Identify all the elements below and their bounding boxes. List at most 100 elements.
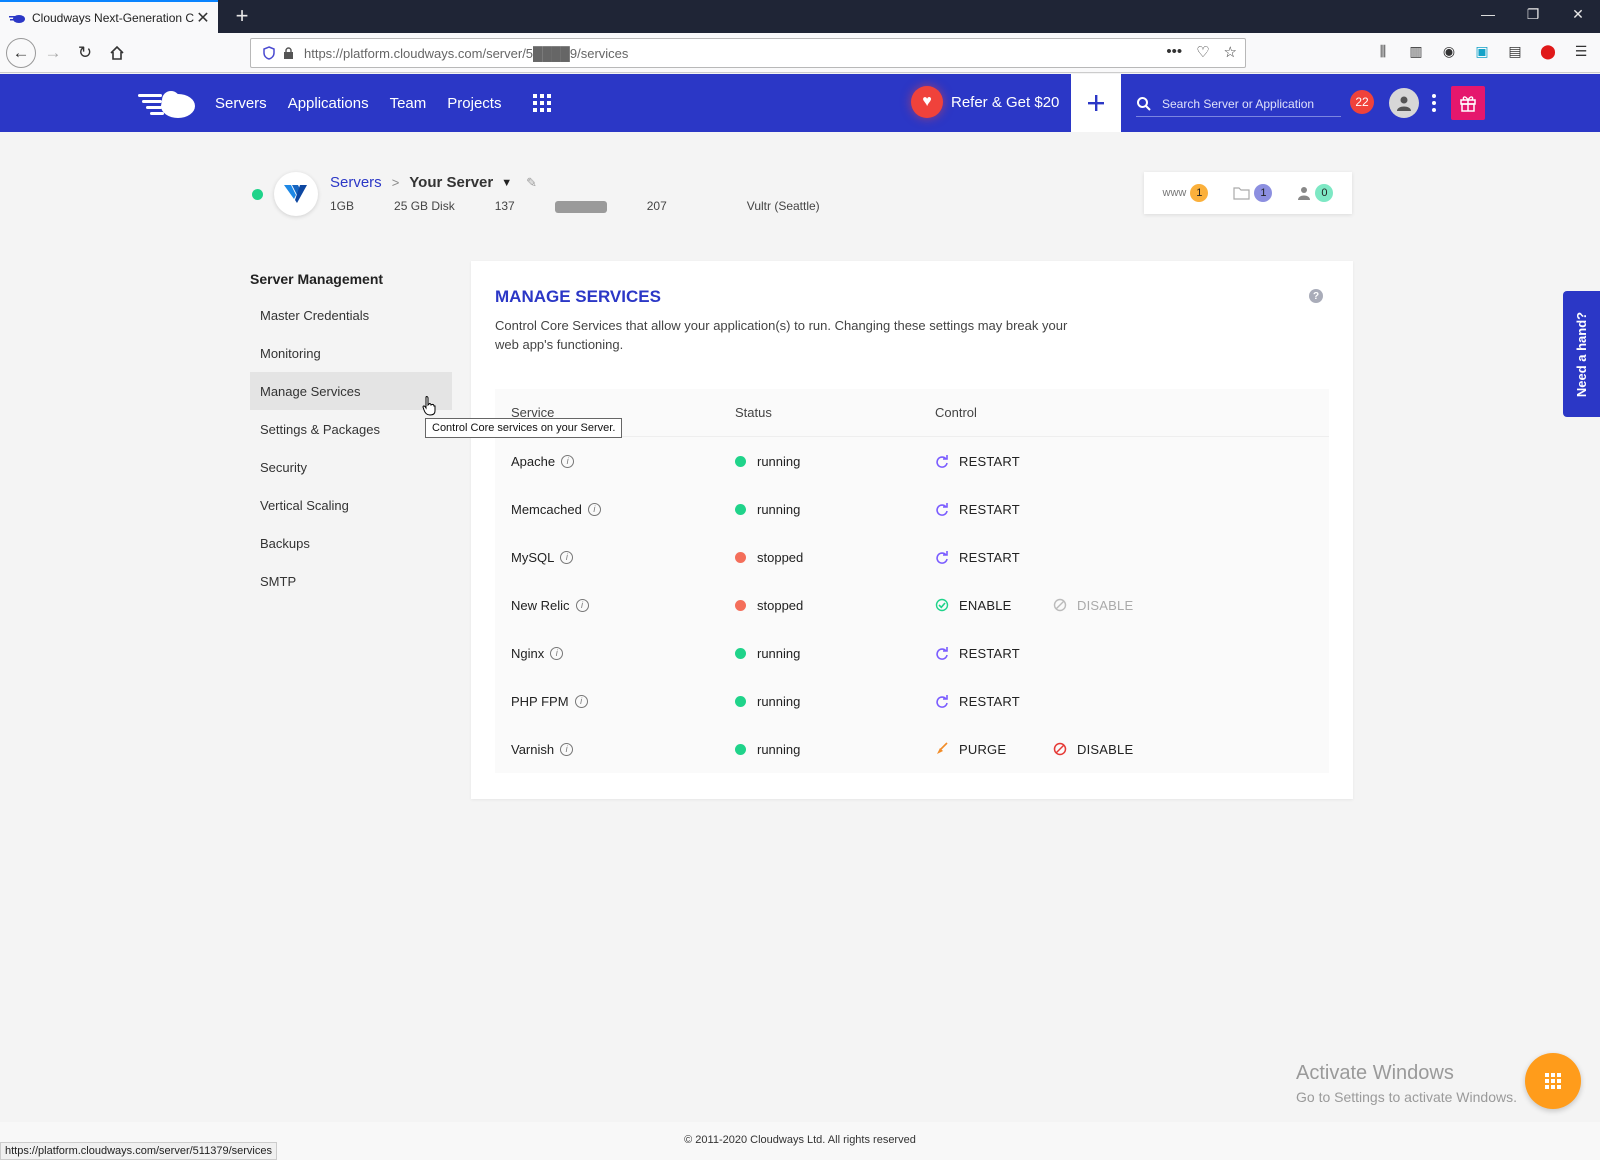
restart-button[interactable]: RESTART [935, 454, 1053, 469]
restart-icon [936, 695, 948, 708]
back-icon[interactable]: ← [6, 38, 36, 68]
menu-icon[interactable]: ☰ [1572, 42, 1590, 60]
restart-button[interactable]: RESTART [935, 502, 1053, 517]
info-icon[interactable]: i [550, 646, 564, 660]
sidebar-item-monitoring[interactable]: Monitoring [250, 334, 452, 372]
new-tab-icon[interactable]: + [230, 3, 254, 29]
status-dot [735, 647, 746, 659]
avatar[interactable] [1389, 88, 1419, 118]
hand-cursor-icon [422, 396, 436, 416]
tab-title: Cloudways Next-Generation Cl [32, 10, 194, 25]
service-status: running [757, 693, 801, 709]
info-icon[interactable]: i [575, 598, 589, 612]
add-button[interactable] [1071, 74, 1121, 132]
status-dot [735, 503, 746, 515]
tab-close-icon[interactable]: ✕ [194, 8, 212, 28]
floating-apps-button[interactable] [1525, 1053, 1581, 1109]
need-a-hand-button[interactable]: Need a hand? [1563, 291, 1600, 417]
adblock-icon[interactable]: ⬤ [1539, 42, 1557, 60]
caret-down-icon[interactable]: ▼ [501, 177, 512, 189]
info-icon[interactable]: i [560, 742, 574, 756]
service-status: running [757, 453, 801, 469]
account-icon[interactable]: ◉ [1440, 42, 1458, 60]
service-status: running [757, 645, 801, 661]
refer-button[interactable]: ♥ Refer & Get $20 [911, 86, 1059, 118]
main-nav: Servers Applications Team Projects [215, 74, 501, 132]
forward-icon[interactable]: → [40, 40, 66, 66]
restore-icon[interactable]: ❐ [1523, 6, 1543, 23]
table-row: Varnish i running PURGE DISABLE [495, 725, 1329, 773]
nav-applications[interactable]: Applications [288, 95, 369, 112]
nav-projects[interactable]: Projects [447, 95, 501, 112]
service-name: Apache [511, 453, 556, 469]
info-icon[interactable]: i [587, 502, 601, 516]
sidebar-icon[interactable]: ▥ [1407, 42, 1425, 60]
cloudways-logo-icon[interactable] [138, 86, 198, 120]
service-status: running [757, 741, 801, 757]
page-description: Control Core Services that allow your ap… [495, 318, 1068, 352]
breadcrumb-servers-link[interactable]: Servers [330, 174, 382, 191]
sidebar-item-backups[interactable]: Backups [250, 524, 452, 562]
server-meta: 1GB 25 GB Disk 137 207 Vultr (Seattle) [330, 199, 860, 213]
url-bar[interactable]: https://platform.cloudways.com/server/5█… [250, 38, 1246, 68]
library-icon[interactable]: ⫼ [1374, 42, 1392, 60]
www-count[interactable]: www 1 [1163, 184, 1209, 202]
search-box [1136, 91, 1341, 117]
gift-button[interactable] [1451, 86, 1485, 120]
apps-grid-icon[interactable] [533, 94, 551, 112]
info-icon[interactable]: i [574, 694, 588, 708]
files-count[interactable]: 1 [1233, 184, 1273, 202]
nav-servers[interactable]: Servers [215, 95, 267, 112]
minimize-icon[interactable]: — [1478, 6, 1498, 22]
users-count[interactable]: 0 [1297, 184, 1334, 202]
restart-button[interactable]: RESTART [935, 646, 1053, 661]
tracking-shield-icon[interactable] [263, 46, 275, 60]
folder-icon[interactable]: ▤ [1506, 42, 1524, 60]
table-row: New Relic i stopped ENABLE DISABLE [495, 581, 1329, 629]
more-menu-icon[interactable] [1432, 94, 1436, 112]
lock-icon[interactable] [283, 46, 294, 60]
browser-tab-bar: Cloudways Next-Generation Cl ✕ + — ❐ ✕ [0, 0, 1600, 33]
check-circle-icon [935, 598, 949, 612]
nav-team[interactable]: Team [390, 95, 427, 112]
purge-button[interactable]: PURGE [935, 742, 1053, 757]
services-table: Service Status Control Apache i running R… [495, 389, 1329, 773]
search-icon[interactable] [1136, 96, 1152, 112]
www-icon: www [1162, 187, 1187, 199]
service-name: Varnish [511, 741, 555, 757]
windows-activation-watermark: Activate Windows Go to Settings to activ… [1296, 1062, 1517, 1105]
server-name: Your Server [409, 174, 494, 191]
app-header: Servers Applications Team Projects ♥ Ref… [0, 74, 1600, 132]
info-icon[interactable]: i [560, 550, 574, 564]
notification-badge[interactable]: 22 [1350, 90, 1374, 114]
status-dot [735, 551, 746, 563]
gift-icon [1460, 96, 1476, 112]
home-icon[interactable] [104, 40, 130, 66]
enable-button[interactable]: ENABLE [935, 598, 1053, 613]
window-close-icon[interactable]: ✕ [1568, 6, 1588, 23]
sidebar-item-master-credentials[interactable]: Master Credentials [250, 296, 452, 334]
restart-button[interactable]: RESTART [935, 694, 1053, 709]
restart-button[interactable]: RESTART [935, 550, 1053, 565]
edit-pencil-icon[interactable]: ✎ [526, 175, 537, 191]
restart-icon [936, 503, 948, 516]
service-name: New Relic [511, 597, 570, 613]
help-icon[interactable]: ? [1309, 289, 1323, 303]
folder-icon [1233, 187, 1251, 200]
copyright: © 2011-2020 Cloudways Ltd. All rights re… [684, 1134, 916, 1146]
server-disk: 25 GB Disk [394, 199, 455, 213]
disable-button[interactable]: DISABLE [1053, 742, 1171, 757]
bookmark-star-icon[interactable]: ☆ [1224, 43, 1237, 61]
sidebar-item-vertical-scaling[interactable]: Vertical Scaling [250, 486, 452, 524]
browser-tab[interactable]: Cloudways Next-Generation Cl ✕ [0, 0, 218, 33]
disable-button[interactable]: DISABLE [1053, 598, 1171, 613]
sidebar-item-security[interactable]: Security [250, 448, 452, 486]
reload-icon[interactable]: ↻ [72, 40, 98, 66]
extension-save-icon[interactable]: ▣ [1473, 42, 1491, 60]
status-dot [735, 695, 746, 707]
sidebar-item-smtp[interactable]: SMTP [250, 562, 452, 600]
search-input[interactable] [1162, 96, 1332, 111]
more-actions-icon[interactable]: ••• [1166, 43, 1182, 61]
pocket-icon[interactable]: ♡ [1196, 43, 1209, 61]
info-icon[interactable]: i [561, 454, 575, 468]
